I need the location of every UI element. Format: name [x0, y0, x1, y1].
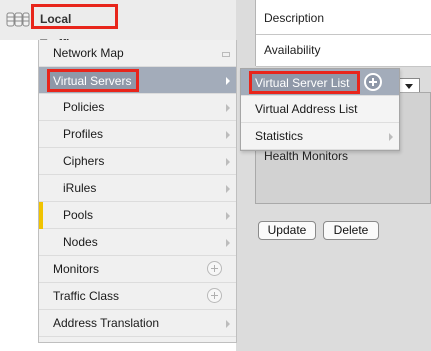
delete-button[interactable]: Delete — [323, 221, 379, 240]
virtual-servers-submenu: Virtual Server List Virtual Address List… — [240, 68, 400, 151]
menu-item-profiles[interactable]: Profiles — [39, 121, 236, 148]
menu-item-policies[interactable]: Policies — [39, 94, 236, 121]
description-label: Description — [264, 11, 325, 25]
menu-item-label: Pools — [63, 208, 94, 222]
menu-item-label: Network Map — [53, 46, 124, 60]
plus-circle-icon[interactable] — [207, 288, 222, 303]
menu-item-nodes[interactable]: Nodes — [39, 229, 236, 256]
submenu-item-virtual-address-list[interactable]: Virtual Address List — [241, 96, 399, 123]
map-icon[interactable] — [222, 52, 230, 57]
menu-item-label: Monitors — [53, 262, 100, 276]
submenu-item-label: Statistics — [255, 129, 304, 143]
menu-item-label: Nodes — [63, 235, 98, 249]
health-monitors-label: Health Monitors — [264, 149, 349, 163]
chevron-right-icon — [226, 77, 230, 85]
menu-item-irules[interactable]: iRules — [39, 175, 236, 202]
pools-marker — [39, 202, 43, 229]
update-button[interactable]: Update — [258, 221, 316, 240]
chevron-right-icon — [226, 131, 230, 139]
submenu-item-statistics[interactable]: Statistics — [241, 123, 399, 150]
chevron-right-icon — [226, 158, 230, 166]
chevron-right-icon — [389, 133, 393, 141]
menu-item-label: Traffic Class — [53, 289, 120, 303]
menu-item-label: Profiles — [63, 127, 104, 141]
submenu-item-virtual-server-list[interactable]: Virtual Server List — [241, 69, 399, 96]
properties-table: Description Availability — [255, 0, 431, 67]
menu-item-pools[interactable]: Pools — [39, 202, 236, 229]
menu-item-monitors[interactable]: Monitors — [39, 256, 236, 283]
menu-item-label: Ciphers — [63, 154, 105, 168]
submenu-item-label: Virtual Address List — [255, 102, 358, 116]
chevron-right-icon — [226, 320, 230, 328]
plus-circle-icon[interactable] — [364, 73, 382, 91]
plus-circle-icon[interactable] — [207, 261, 222, 276]
menu-item-label: Policies — [63, 100, 105, 114]
availability-label: Availability — [264, 43, 321, 57]
chevron-right-icon — [226, 212, 230, 220]
submenu-item-label: Virtual Server List — [249, 71, 360, 94]
description-row: Description — [256, 0, 431, 35]
menu-item-label: Virtual Servers — [47, 69, 139, 92]
local-traffic-label[interactable]: Local Traffic — [31, 4, 118, 51]
database-stack-icon — [6, 12, 30, 27]
chevron-right-icon — [226, 239, 230, 247]
menu-item-virtual-servers[interactable]: Virtual Servers — [39, 67, 236, 94]
menu-item-ciphers[interactable]: Ciphers — [39, 148, 236, 175]
local-traffic-menu: Network Map Virtual Servers Policies Pro… — [38, 40, 237, 343]
menu-item-network-map[interactable]: Network Map — [39, 40, 236, 67]
menu-item-address-translation[interactable]: Address Translation — [39, 310, 236, 337]
local-traffic-header[interactable]: Local Traffic — [0, 0, 236, 51]
chevron-right-icon — [226, 104, 230, 112]
menu-item-label: iRules — [63, 181, 97, 195]
availability-row: Availability — [256, 35, 431, 67]
menu-item-traffic-class[interactable]: Traffic Class — [39, 283, 236, 310]
menu-item-label: Address Translation — [53, 316, 160, 330]
chevron-right-icon — [226, 185, 230, 193]
